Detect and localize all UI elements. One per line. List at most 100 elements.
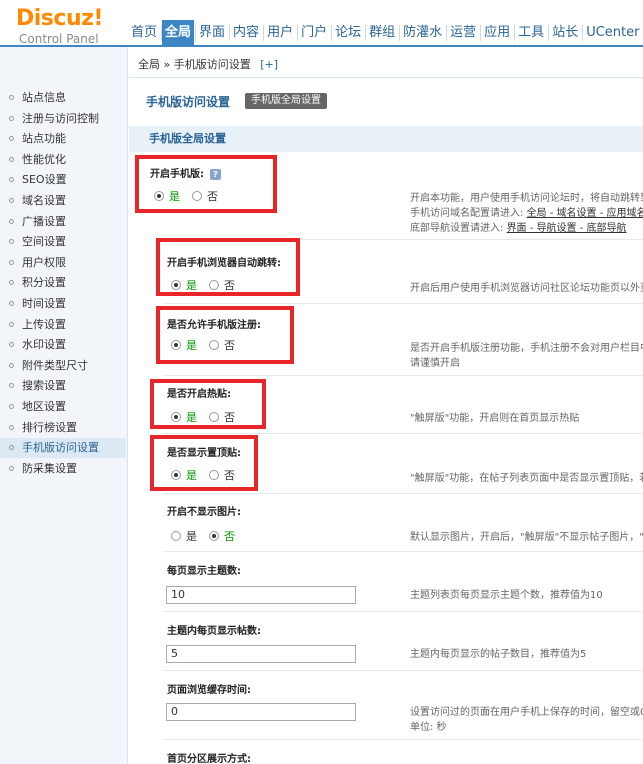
setting-description: 默认显示图片，开启后，"触屏版"不显示帖子图片，" bbox=[410, 532, 643, 543]
sidebar-item-label: 空间设置 bbox=[22, 235, 66, 249]
sidebar-item[interactable]: 时间设置 bbox=[0, 294, 126, 314]
bullet-icon bbox=[9, 280, 14, 286]
radio-yes[interactable] bbox=[171, 470, 181, 480]
bullet-icon bbox=[9, 115, 14, 121]
setting-description: 开启本功能，用户使用手机访问论坛时，将自动跳转到 手机访问域名配置请进入: 全局… bbox=[410, 191, 643, 236]
top-navigation: 首页 全局 界面 内容 用户 门户 论坛 群组 防灌水 运营 应用 工具 站长 UCenter bbox=[128, 20, 643, 45]
radio-yes[interactable] bbox=[171, 340, 181, 350]
setting-description: 开启后用户使用手机浏览器访问社区论坛功能页以外页 bbox=[410, 283, 643, 294]
nav-tab[interactable]: 首页 bbox=[128, 20, 160, 45]
radio-group-noimage: 是 否 bbox=[171, 528, 247, 544]
topics-per-page-input[interactable]: 10 bbox=[166, 586, 356, 604]
logo[interactable]: Discuz! Control Panel bbox=[10, 6, 120, 46]
sidebar-item[interactable]: 排行榜设置 bbox=[0, 418, 126, 438]
radio-no[interactable] bbox=[209, 340, 219, 350]
setting-label: 是否开启热贴: bbox=[167, 389, 231, 400]
bullet-icon bbox=[9, 239, 14, 245]
sidebar-item[interactable]: 用户权限 bbox=[0, 253, 126, 273]
sidebar-item[interactable]: 地区设置 bbox=[0, 397, 126, 417]
nav-tab[interactable]: 工具 bbox=[515, 20, 547, 45]
sidebar-item[interactable]: 附件类型尺寸 bbox=[0, 356, 126, 376]
setting-label: 开启手机浏览器自动跳转: bbox=[167, 258, 281, 269]
bullet-icon bbox=[9, 136, 14, 142]
bullet-icon bbox=[9, 198, 14, 203]
logo-brand: Discuz! bbox=[16, 6, 103, 31]
sidebar-item-label: 积分设置 bbox=[22, 276, 66, 290]
domain-settings-link[interactable]: 全局 - 域名设置 - 应用域名 bbox=[527, 208, 643, 219]
radio-yes[interactable] bbox=[154, 191, 164, 201]
setting-description: 是否开启手机版注册功能，手机注册不会对用户栏目中 请谨慎开启 bbox=[410, 343, 643, 369]
sidebar-item[interactable]: 空间设置 bbox=[0, 232, 126, 252]
sidebar: 站点信息注册与访问控制 站点功能性能优化 SEO设置 域名设置 广播设置空间设置用户权限… bbox=[0, 47, 128, 764]
sidebar-item[interactable]: 站点信息 bbox=[0, 88, 126, 108]
radio-yes[interactable] bbox=[171, 280, 181, 290]
setting-label: 是否显示置顶贴: bbox=[167, 448, 241, 459]
main-content: 手机版访问设置 手机版全局设置 手机版全局设置 开启手机版:? 是 否 开启本功… bbox=[129, 79, 643, 764]
sidebar-item-label: 地区设置 bbox=[22, 400, 66, 413]
nav-tab[interactable]: 运营 bbox=[447, 20, 479, 45]
bullet-icon bbox=[9, 424, 14, 430]
nav-tab[interactable]: 应用 bbox=[481, 20, 513, 45]
radio-no[interactable] bbox=[209, 531, 219, 541]
global-settings-button[interactable]: 手机版全局设置 bbox=[245, 93, 327, 109]
sidebar-item[interactable]: 积分设置 bbox=[0, 273, 126, 293]
nav-tab[interactable]: 防灌水 bbox=[400, 20, 445, 45]
sidebar-item-label: 防采集设置 bbox=[22, 461, 77, 475]
setting-description: 主题列表页每页显示主题个数，推荐值为10 bbox=[410, 590, 603, 601]
bullet-icon bbox=[9, 445, 14, 451]
nav-tab[interactable]: 论坛 bbox=[332, 20, 364, 45]
help-icon[interactable]: ? bbox=[210, 168, 221, 180]
sidebar-item[interactable]: 搜索设置 bbox=[0, 376, 126, 396]
sidebar-item[interactable]: 注册与访问控制 bbox=[0, 109, 126, 129]
sidebar-item-label: 搜索设置 bbox=[22, 379, 66, 393]
bullet-icon bbox=[9, 156, 14, 162]
sidebar-item[interactable]: 站点功能 bbox=[0, 129, 126, 149]
radio-yes[interactable] bbox=[171, 531, 181, 541]
nav-tab[interactable]: 群组 bbox=[366, 20, 398, 45]
bullet-icon bbox=[9, 177, 14, 183]
header: Discuz! Control Panel 首页 全局 界面 内容 用户 门户 论坛 群组 防灌… bbox=[0, 0, 643, 47]
radio-no[interactable] bbox=[209, 470, 219, 480]
nav-tab[interactable]: 内容 bbox=[230, 20, 262, 45]
sidebar-item[interactable]: 手机版访问设置 bbox=[0, 438, 126, 459]
sidebar-item-label: 上传设置 bbox=[22, 317, 66, 331]
nav-tab[interactable]: 门户 bbox=[298, 20, 330, 45]
footer-nav-link[interactable]: 界面 - 导航设置 - 底部导航 bbox=[507, 223, 627, 234]
bullet-icon bbox=[9, 362, 14, 368]
bullet-icon bbox=[9, 342, 14, 348]
radio-yes[interactable] bbox=[171, 412, 181, 422]
setting-description: 设置访问过的页面在用户手机上保存的时间，留空或0 单位: 秒 bbox=[410, 707, 643, 733]
breadcrumb: 全局 » 手机版访问设置 [+] bbox=[129, 52, 643, 78]
setting-description: "触屏版"功能，开启则在首页显示热贴 bbox=[410, 413, 580, 424]
nav-tab[interactable]: 用户 bbox=[264, 20, 296, 45]
setting-label: 主题内每页显示帖数: bbox=[167, 626, 261, 637]
cache-time-input[interactable]: 0 bbox=[166, 703, 356, 721]
sidebar-item[interactable]: 上传设置 bbox=[0, 315, 126, 335]
nav-tab[interactable]: 界面 bbox=[196, 20, 228, 45]
breadcrumb-expand-button[interactable]: [+] bbox=[260, 58, 278, 71]
radio-group-mobile: 是 否 bbox=[154, 188, 230, 204]
sidebar-item-label: 注册与访问控制 bbox=[22, 111, 99, 125]
highlight-box bbox=[135, 155, 277, 213]
posts-per-page-input[interactable]: 5 bbox=[166, 645, 356, 663]
sidebar-item-label: 站点功能 bbox=[22, 132, 66, 146]
nav-tab[interactable]: 站长 bbox=[549, 20, 581, 45]
sidebar-item[interactable]: SEO设置 bbox=[0, 170, 126, 190]
sidebar-item[interactable]: 广播设置 bbox=[0, 212, 126, 232]
radio-no[interactable] bbox=[209, 280, 219, 290]
nav-tab[interactable]: 全局 bbox=[162, 20, 195, 45]
sidebar-item[interactable]: 域名设置 bbox=[0, 191, 126, 211]
breadcrumb-path[interactable]: 全局 » 手机版访问设置 bbox=[138, 58, 251, 71]
setting-label: 每页显示主题数: bbox=[167, 566, 241, 577]
setting-label: 是否允许手机版注册: bbox=[167, 320, 261, 331]
radio-group-sticky: 是 否 bbox=[171, 467, 247, 483]
radio-group-redirect: 是 否 bbox=[171, 277, 247, 293]
sidebar-item[interactable]: 防采集设置 bbox=[0, 459, 126, 479]
radio-no[interactable] bbox=[192, 191, 202, 201]
sidebar-item[interactable]: 水印设置 bbox=[0, 335, 126, 355]
bullet-icon bbox=[9, 383, 14, 389]
nav-tab[interactable]: UCenter bbox=[583, 20, 642, 45]
sidebar-item[interactable]: 性能优化 bbox=[0, 150, 126, 170]
radio-no[interactable] bbox=[209, 412, 219, 422]
sidebar-item-label: 排行榜设置 bbox=[22, 420, 77, 434]
